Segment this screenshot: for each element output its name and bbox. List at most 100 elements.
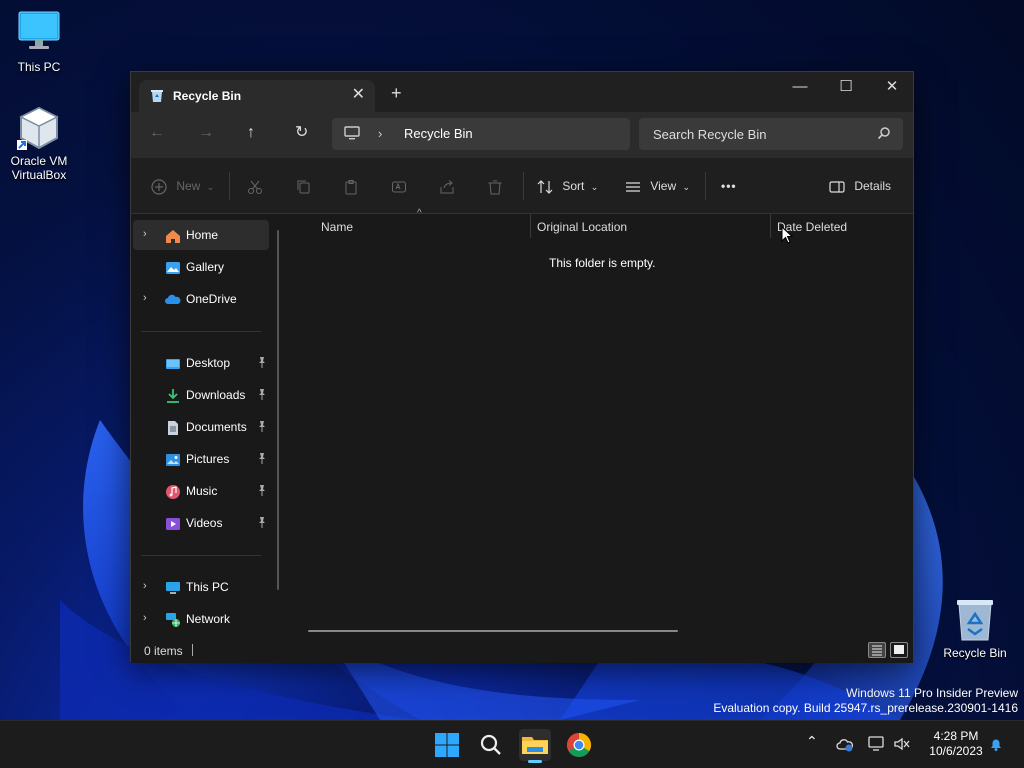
address-bar[interactable]: › Recycle Bin (332, 118, 630, 150)
sidebar-item-label: Network (186, 612, 231, 626)
column-header-original-location[interactable]: Original Location (537, 220, 627, 234)
start-button[interactable] (431, 729, 463, 761)
volume-muted-icon[interactable] (893, 736, 911, 752)
trash-icon (488, 180, 502, 195)
document-icon (168, 421, 178, 435)
show-hidden-icons-button[interactable]: ⌃ (806, 733, 818, 750)
desktop-icon-virtualbox[interactable]: Oracle VM VirtualBox (1, 104, 77, 182)
pin-icon[interactable] (257, 388, 267, 400)
column-divider[interactable] (770, 214, 771, 238)
tiles-view-icon (894, 645, 904, 654)
network-icon (166, 613, 180, 627)
search-box[interactable] (639, 118, 903, 150)
sidebar-item-label: Downloads (186, 388, 246, 402)
sidebar-item-label: Documents (186, 420, 247, 434)
file-list-view: ^ Name Original Location Date Deleted Th… (289, 208, 913, 639)
desktop-icon-recycle-bin[interactable]: Recycle Bin (937, 596, 1013, 660)
taskbar-file-explorer[interactable] (519, 729, 551, 763)
search-icon (480, 734, 501, 755)
up-button[interactable]: ↑ (247, 124, 255, 142)
title-bar[interactable]: Recycle Bin ✕ + — ☐ ✕ (131, 72, 913, 112)
sort-button[interactable]: Sort ⌄ (537, 176, 598, 196)
taskbar-chrome[interactable] (563, 729, 595, 761)
gallery-icon (166, 262, 180, 274)
scissors-icon (248, 180, 262, 194)
column-header-name[interactable]: Name (321, 220, 353, 234)
pin-icon[interactable] (257, 484, 267, 496)
column-divider[interactable] (530, 214, 531, 238)
home-icon (166, 230, 180, 243)
back-button[interactable]: ← (149, 124, 165, 142)
minimize-button[interactable]: — (777, 72, 823, 102)
onedrive-status-icon[interactable] (836, 737, 854, 753)
chevron-right-icon[interactable]: › (143, 612, 147, 624)
sidebar-item-label: Videos (186, 516, 223, 530)
share-button[interactable] (439, 176, 455, 196)
clock-date: 10/6/2023 (929, 744, 983, 758)
desktop-icon-this-pc[interactable]: This PC (1, 10, 77, 74)
paste-button[interactable] (343, 176, 359, 196)
recycle-bin-icon (151, 90, 163, 102)
details-view-button[interactable] (868, 642, 886, 658)
new-button-label: New (176, 179, 201, 193)
refresh-button[interactable]: ↻ (295, 124, 308, 142)
search-icon[interactable] (877, 126, 891, 140)
sidebar-item-downloads[interactable]: Downloads (133, 380, 269, 410)
sidebar-item-documents[interactable]: Documents (133, 412, 269, 442)
pin-icon[interactable] (257, 420, 267, 432)
copy-button[interactable] (295, 176, 311, 196)
sidebar-item-network[interactable]: › Network (133, 604, 269, 634)
sidebar-item-gallery[interactable]: Gallery (133, 252, 269, 282)
search-button[interactable] (475, 729, 507, 761)
sidebar-item-label: Gallery (186, 260, 225, 274)
download-icon (167, 389, 179, 403)
notification-bell-icon[interactable] (988, 736, 1004, 752)
view-button[interactable]: View ⌄ (625, 176, 690, 196)
maximize-button[interactable]: ☐ (823, 72, 869, 102)
toolbar-separator (229, 172, 230, 200)
sidebar-item-this-pc[interactable]: › This PC (133, 572, 269, 602)
desktop-folder-icon (166, 359, 180, 369)
sidebar-item-label: Music (186, 484, 218, 498)
sidebar-item-label: Pictures (186, 452, 230, 466)
tab-recycle-bin[interactable]: Recycle Bin ✕ (139, 80, 375, 112)
view-button-label: View (650, 179, 677, 193)
sidebar-item-music[interactable]: Music (133, 476, 269, 506)
sort-icon (537, 179, 553, 194)
more-options-button[interactable]: ••• (721, 176, 737, 196)
command-bar: New ⌄ Sort ⌄ View ⌄ ••• Details (131, 158, 913, 214)
new-tab-button[interactable]: + (391, 84, 402, 102)
chevron-right-icon[interactable]: › (143, 228, 147, 240)
sidebar-item-videos[interactable]: Videos (133, 508, 269, 538)
new-button[interactable]: New ⌄ (151, 176, 214, 196)
chevron-right-icon[interactable]: › (143, 292, 147, 304)
rename-button[interactable] (391, 176, 407, 196)
sidebar-scrollbar[interactable] (277, 230, 279, 590)
pin-icon[interactable] (257, 516, 267, 528)
breadcrumb-recycle-bin[interactable]: Recycle Bin (404, 126, 473, 141)
system-clock[interactable]: 4:28 PM 10/6/2023 (924, 729, 988, 759)
close-button[interactable]: ✕ (869, 72, 915, 102)
chevron-right-icon[interactable]: › (143, 580, 147, 592)
network-status-icon[interactable] (868, 736, 886, 752)
sidebar-item-desktop[interactable]: Desktop (133, 348, 269, 378)
chevron-right-icon[interactable]: › (378, 126, 382, 141)
sidebar-item-onedrive[interactable]: › OneDrive (133, 284, 269, 314)
horizontal-scrollbar[interactable] (308, 630, 678, 632)
pin-icon[interactable] (257, 452, 267, 464)
forward-button[interactable]: → (198, 124, 214, 142)
delete-button[interactable] (487, 176, 503, 196)
cut-button[interactable] (247, 176, 263, 196)
chevron-down-icon: ⌄ (682, 182, 691, 192)
sidebar-item-pictures[interactable]: Pictures (133, 444, 269, 474)
sort-ascending-icon: ^ (417, 208, 422, 219)
search-input[interactable] (645, 122, 865, 146)
windows-logo-icon (435, 733, 459, 757)
sidebar-item-home[interactable]: › Home (133, 220, 269, 250)
folder-icon (522, 737, 548, 754)
pin-icon[interactable] (257, 356, 267, 368)
tab-close-button[interactable]: ✕ (352, 87, 365, 103)
share-icon (440, 179, 454, 194)
large-icons-view-button[interactable] (890, 642, 908, 658)
details-pane-button[interactable]: Details (829, 176, 891, 196)
